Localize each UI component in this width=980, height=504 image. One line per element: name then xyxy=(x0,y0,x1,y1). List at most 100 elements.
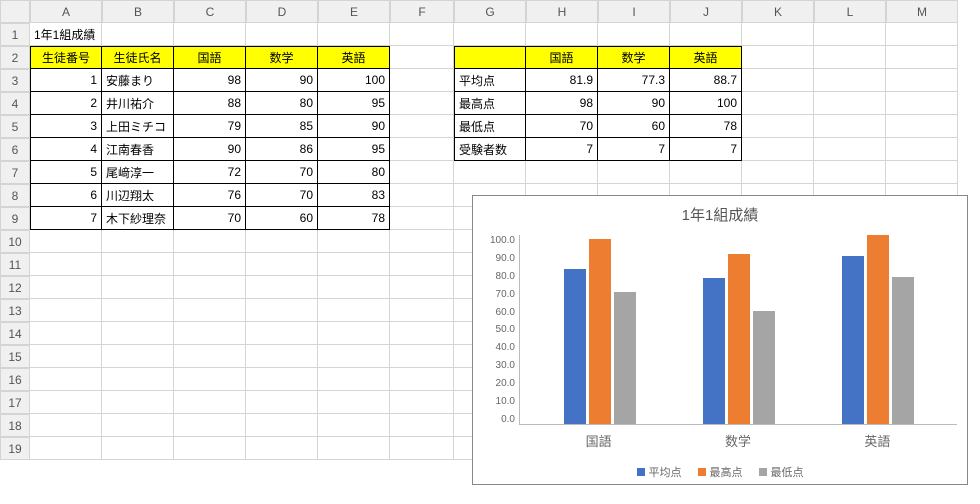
cell-H3[interactable]: 81.9 xyxy=(526,69,598,92)
cell-E6[interactable]: 95 xyxy=(318,138,390,161)
cell-A13[interactable] xyxy=(30,299,102,322)
cell-E7[interactable]: 80 xyxy=(318,161,390,184)
column-header-M[interactable]: M xyxy=(886,0,958,23)
cell-B14[interactable] xyxy=(102,322,174,345)
cell-C11[interactable] xyxy=(174,253,246,276)
cell-B1[interactable] xyxy=(102,23,174,46)
cell-L2[interactable] xyxy=(814,46,886,69)
cell-H5[interactable]: 70 xyxy=(526,115,598,138)
cell-D13[interactable] xyxy=(246,299,318,322)
row-header-5[interactable]: 5 xyxy=(0,115,30,138)
column-header-D[interactable]: D xyxy=(246,0,318,23)
cell-M4[interactable] xyxy=(886,92,958,115)
cell-L4[interactable] xyxy=(814,92,886,115)
cell-A19[interactable] xyxy=(30,437,102,460)
cell-E17[interactable] xyxy=(318,391,390,414)
cell-M1[interactable] xyxy=(886,23,958,46)
cell-B18[interactable] xyxy=(102,414,174,437)
cell-D9[interactable]: 60 xyxy=(246,207,318,230)
cell-E15[interactable] xyxy=(318,345,390,368)
cell-C5[interactable]: 79 xyxy=(174,115,246,138)
row-header-11[interactable]: 11 xyxy=(0,253,30,276)
row-header-12[interactable]: 12 xyxy=(0,276,30,299)
cell-B5[interactable]: 上田ミチコ xyxy=(102,115,174,138)
cell-L1[interactable] xyxy=(814,23,886,46)
cell-B10[interactable] xyxy=(102,230,174,253)
row-header-6[interactable]: 6 xyxy=(0,138,30,161)
cell-K1[interactable] xyxy=(742,23,814,46)
cell-I5[interactable]: 60 xyxy=(598,115,670,138)
cell-L6[interactable] xyxy=(814,138,886,161)
cell-G7[interactable] xyxy=(454,161,526,184)
cell-A2[interactable]: 生徒番号 xyxy=(30,46,102,69)
cell-E12[interactable] xyxy=(318,276,390,299)
cell-C2[interactable]: 国語 xyxy=(174,46,246,69)
cell-E5[interactable]: 90 xyxy=(318,115,390,138)
column-header-E[interactable]: E xyxy=(318,0,390,23)
row-header-1[interactable]: 1 xyxy=(0,23,30,46)
column-header-K[interactable]: K xyxy=(742,0,814,23)
cell-D19[interactable] xyxy=(246,437,318,460)
cell-A5[interactable]: 3 xyxy=(30,115,102,138)
cell-F9[interactable] xyxy=(390,207,454,230)
cell-E2[interactable]: 英語 xyxy=(318,46,390,69)
cell-G1[interactable] xyxy=(454,23,526,46)
cell-H2[interactable]: 国語 xyxy=(526,46,598,69)
cell-K4[interactable] xyxy=(742,92,814,115)
cell-C8[interactable]: 76 xyxy=(174,184,246,207)
row-header-3[interactable]: 3 xyxy=(0,69,30,92)
cell-H6[interactable]: 7 xyxy=(526,138,598,161)
cell-F1[interactable] xyxy=(390,23,454,46)
cell-D5[interactable]: 85 xyxy=(246,115,318,138)
cell-D17[interactable] xyxy=(246,391,318,414)
cell-E3[interactable]: 100 xyxy=(318,69,390,92)
row-header-8[interactable]: 8 xyxy=(0,184,30,207)
column-header-I[interactable]: I xyxy=(598,0,670,23)
cell-C3[interactable]: 98 xyxy=(174,69,246,92)
cell-E11[interactable] xyxy=(318,253,390,276)
column-header-L[interactable]: L xyxy=(814,0,886,23)
cell-M2[interactable] xyxy=(886,46,958,69)
cell-A12[interactable] xyxy=(30,276,102,299)
cell-C9[interactable]: 70 xyxy=(174,207,246,230)
row-header-16[interactable]: 16 xyxy=(0,368,30,391)
cell-K7[interactable] xyxy=(742,161,814,184)
cell-B9[interactable]: 木下紗理奈 xyxy=(102,207,174,230)
cell-A11[interactable] xyxy=(30,253,102,276)
cell-C14[interactable] xyxy=(174,322,246,345)
cell-E10[interactable] xyxy=(318,230,390,253)
column-header-A[interactable]: A xyxy=(30,0,102,23)
cell-M7[interactable] xyxy=(886,161,958,184)
cell-A7[interactable]: 5 xyxy=(30,161,102,184)
row-header-10[interactable]: 10 xyxy=(0,230,30,253)
column-header-C[interactable]: C xyxy=(174,0,246,23)
cell-D3[interactable]: 90 xyxy=(246,69,318,92)
cell-C15[interactable] xyxy=(174,345,246,368)
cell-D2[interactable]: 数学 xyxy=(246,46,318,69)
cell-K5[interactable] xyxy=(742,115,814,138)
cell-D16[interactable] xyxy=(246,368,318,391)
cell-I6[interactable]: 7 xyxy=(598,138,670,161)
cell-I1[interactable] xyxy=(598,23,670,46)
cell-G6[interactable]: 受験者数 xyxy=(454,138,526,161)
cell-B12[interactable] xyxy=(102,276,174,299)
cell-L3[interactable] xyxy=(814,69,886,92)
cell-D4[interactable]: 80 xyxy=(246,92,318,115)
cell-B6[interactable]: 江南春香 xyxy=(102,138,174,161)
cell-B13[interactable] xyxy=(102,299,174,322)
row-header-2[interactable]: 2 xyxy=(0,46,30,69)
cell-D8[interactable]: 70 xyxy=(246,184,318,207)
row-header-4[interactable]: 4 xyxy=(0,92,30,115)
cell-D6[interactable]: 86 xyxy=(246,138,318,161)
row-header-13[interactable]: 13 xyxy=(0,299,30,322)
cell-A1[interactable]: 1年1組成績 xyxy=(30,23,102,46)
cell-A18[interactable] xyxy=(30,414,102,437)
row-header-7[interactable]: 7 xyxy=(0,161,30,184)
cell-F7[interactable] xyxy=(390,161,454,184)
cell-I2[interactable]: 数学 xyxy=(598,46,670,69)
cell-A16[interactable] xyxy=(30,368,102,391)
cell-C16[interactable] xyxy=(174,368,246,391)
cell-F10[interactable] xyxy=(390,230,454,253)
chart-container[interactable]: 1年1組成績 0.010.020.030.040.050.060.070.080… xyxy=(472,195,968,485)
cell-D18[interactable] xyxy=(246,414,318,437)
